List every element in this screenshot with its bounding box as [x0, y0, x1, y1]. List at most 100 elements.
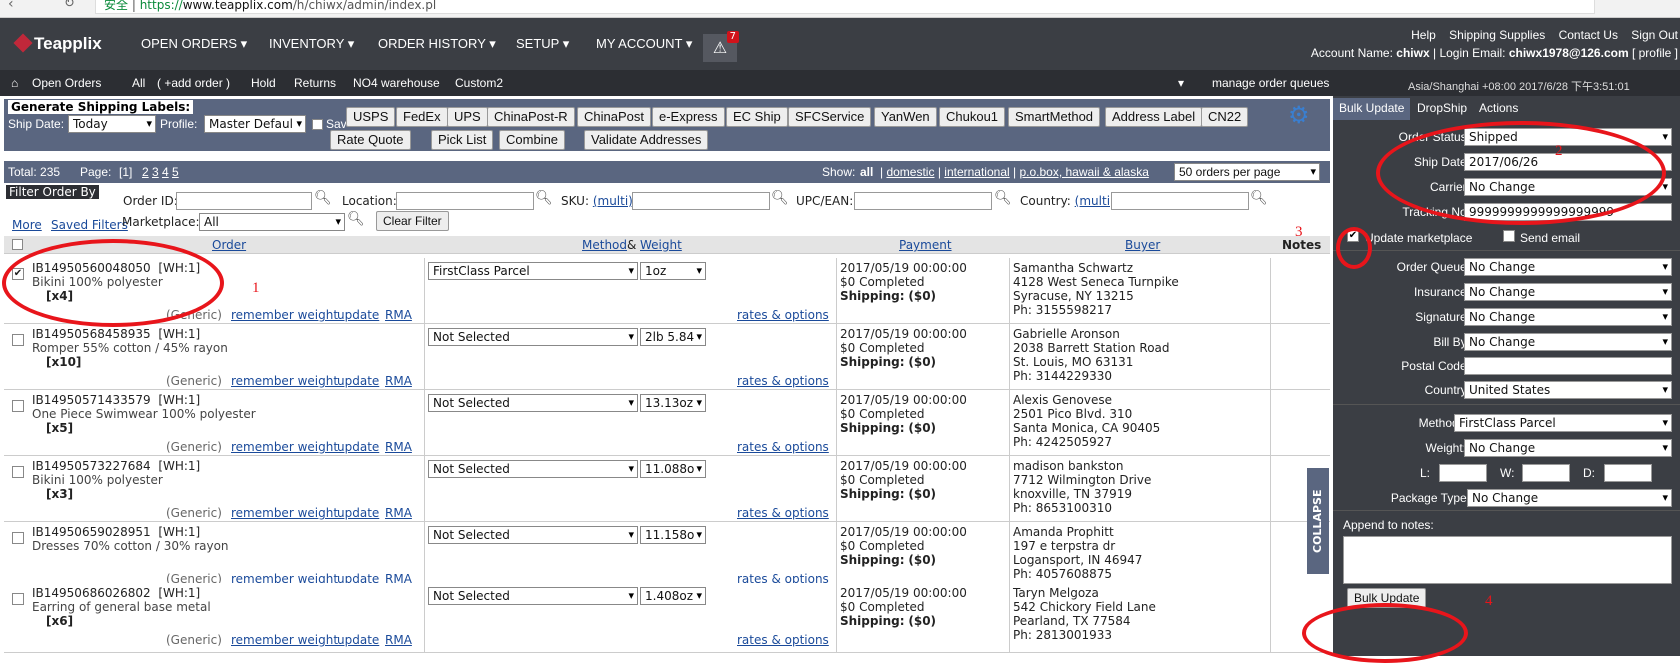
buyer-column-header[interactable]: Buyer	[1125, 238, 1160, 252]
help-link[interactable]: Help	[1411, 28, 1436, 42]
queue-menu-chevron-icon[interactable]: ▾	[1178, 76, 1184, 90]
rma-link[interactable]: RMA	[385, 440, 412, 454]
rates-options-link[interactable]: rates & options	[737, 440, 829, 454]
reload-icon[interactable]: ↻	[64, 0, 75, 11]
clear-filter-button[interactable]: Clear Filter	[376, 211, 449, 231]
sku-search-icon[interactable]: 🔍︎	[771, 190, 789, 206]
queue-no4-warehouse[interactable]: NO4 warehouse	[353, 76, 440, 90]
order-id[interactable]: IB14950659028951	[32, 525, 151, 539]
order-column-header[interactable]: Order	[212, 238, 246, 252]
select-all-checkbox[interactable]	[12, 239, 23, 250]
location-search-icon[interactable]: 🔍︎	[535, 190, 553, 206]
collapse-panel-button[interactable]: COLLAPSE	[1307, 468, 1329, 574]
row-checkbox[interactable]	[12, 400, 24, 412]
remember-weight-link[interactable]: remember weight	[231, 374, 338, 388]
page-3[interactable]: 3	[152, 165, 159, 179]
show-all[interactable]: all	[860, 165, 873, 179]
method-select[interactable]: Not Selected	[428, 460, 638, 478]
update-link[interactable]: update	[337, 440, 379, 454]
ec-ship-button[interactable]: EC Ship	[726, 107, 788, 127]
signature-select[interactable]: No Change	[1464, 308, 1672, 326]
queue-open-orders[interactable]: Open Orders	[32, 76, 101, 90]
smartmethod-button[interactable]: SmartMethod	[1008, 107, 1101, 127]
tab-dropship[interactable]: DropShip	[1411, 98, 1473, 120]
rma-link[interactable]: RMA	[385, 506, 412, 520]
rates-options-link[interactable]: rates & options	[737, 308, 829, 322]
sfcservice-button[interactable]: SFCService	[788, 107, 872, 127]
profile-link[interactable]: [ profile ]	[1632, 46, 1678, 60]
country-input[interactable]	[1111, 192, 1249, 210]
weight-select[interactable]: 11.088o	[640, 460, 706, 478]
method-select[interactable]: Not Selected	[428, 328, 638, 346]
method-select[interactable]: FirstClass Parcel	[1454, 414, 1672, 432]
chukou1-button[interactable]: Chukou1	[939, 107, 1006, 127]
method-select[interactable]: Not Selected	[428, 587, 638, 605]
rates-options-link[interactable]: rates & options	[737, 506, 829, 520]
fedex-button[interactable]: FedEx	[396, 107, 448, 127]
sku-multi-link[interactable]: (multi)	[593, 194, 633, 208]
order-id-input[interactable]	[176, 192, 312, 210]
queue-hold[interactable]: Hold	[251, 76, 276, 90]
bill-by-select[interactable]: No Change	[1464, 333, 1672, 351]
method-select[interactable]: FirstClass Parcel	[428, 262, 638, 280]
menu-inventory[interactable]: INVENTORY ▾	[269, 36, 354, 52]
home-icon[interactable]: ⌂	[11, 76, 18, 90]
queue-returns[interactable]: Returns	[294, 76, 336, 90]
menu-open-orders[interactable]: OPEN ORDERS ▾	[141, 36, 247, 52]
remember-weight-link[interactable]: remember weight	[231, 440, 338, 454]
profile-select[interactable]: Master Defaul	[204, 115, 306, 133]
validate-addresses-button[interactable]: Validate Addresses	[584, 130, 709, 150]
country-select[interactable]: United States	[1464, 381, 1672, 399]
sign-out-link[interactable]: Sign Out	[1631, 28, 1678, 42]
rma-link[interactable]: RMA	[385, 633, 412, 647]
address-label-button[interactable]: Address Label	[1105, 107, 1203, 127]
insurance-select[interactable]: No Change	[1464, 283, 1672, 301]
order-queue-select[interactable]: No Change	[1464, 258, 1672, 276]
upc-search-icon[interactable]: 🔍︎	[994, 190, 1012, 206]
order-id-search-icon[interactable]: 🔍︎	[314, 190, 332, 206]
page-1[interactable]: [1]	[119, 165, 132, 179]
rates-options-link[interactable]: rates & options	[737, 374, 829, 388]
back-icon[interactable]: ‹	[8, 0, 14, 12]
saved-filters-link[interactable]: Saved Filters	[51, 218, 128, 232]
usps-button[interactable]: USPS	[346, 107, 396, 127]
rma-link[interactable]: RMA	[385, 374, 412, 388]
method-column-header[interactable]: Method	[582, 238, 627, 252]
payment-column-header[interactable]: Payment	[899, 238, 952, 252]
alert-button[interactable]: ⚠ 7	[703, 31, 739, 62]
update-link[interactable]: update	[337, 374, 379, 388]
update-link[interactable]: update	[337, 633, 379, 647]
length-input[interactable]	[1439, 464, 1487, 482]
per-page-select[interactable]: 50 orders per page	[1174, 163, 1320, 181]
country-multi-link[interactable]: (multi)	[1075, 194, 1115, 208]
update-link[interactable]: update	[337, 506, 379, 520]
append-notes-textarea[interactable]	[1343, 536, 1672, 584]
remember-weight-link[interactable]: remember weight	[231, 308, 338, 322]
order-id[interactable]: IB14950571433579	[32, 393, 151, 407]
remember-weight-link[interactable]: remember weight	[231, 633, 338, 647]
order-id[interactable]: IB14950686026802	[32, 586, 151, 600]
cn22-button[interactable]: CN22	[1201, 107, 1249, 127]
combine-button[interactable]: Combine	[499, 130, 566, 150]
rma-link[interactable]: RMA	[385, 308, 412, 322]
location-input[interactable]	[396, 192, 534, 210]
row-checkbox[interactable]	[12, 466, 24, 478]
weight-select[interactable]: 1oz	[640, 262, 706, 280]
teapplix-logo[interactable]: Teapplix	[13, 33, 102, 54]
ship-date-select[interactable]: Today	[68, 115, 156, 133]
weight-column-header[interactable]: Weight	[640, 238, 682, 252]
rates-options-link[interactable]: rates & options	[737, 633, 829, 647]
postal-code-input[interactable]	[1464, 357, 1672, 375]
queue-custom2[interactable]: Custom2	[455, 76, 503, 90]
more-filters-link[interactable]: More	[12, 218, 42, 232]
shipping-supplies-link[interactable]: Shipping Supplies	[1449, 28, 1545, 42]
weight-select[interactable]: 1.408oz	[640, 587, 706, 605]
row-checkbox[interactable]	[12, 532, 24, 544]
manage-queues-link[interactable]: manage order queues	[1212, 76, 1329, 90]
yanwen-button[interactable]: YanWen	[874, 107, 937, 127]
save-checkbox[interactable]	[312, 119, 323, 130]
depth-input[interactable]	[1604, 464, 1652, 482]
send-email-checkbox[interactable]	[1503, 230, 1515, 242]
menu-setup[interactable]: SETUP ▾	[516, 36, 569, 52]
page-2[interactable]: 2	[142, 165, 149, 179]
